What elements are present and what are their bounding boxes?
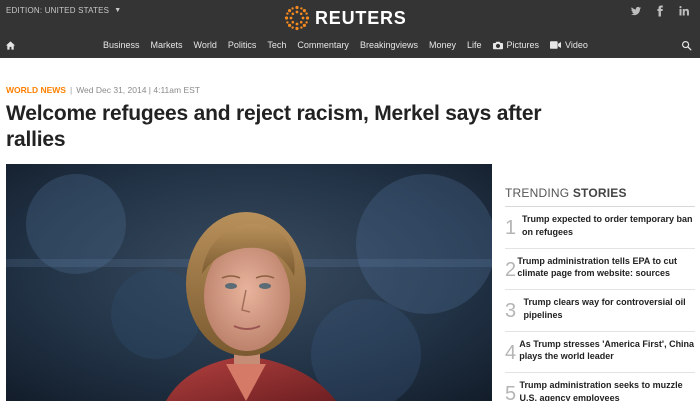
linkedin-icon[interactable] [678, 5, 690, 17]
brand-name: REUTERS [315, 7, 407, 28]
trending-story[interactable]: 3 Trump clears way for controversial oil… [505, 290, 695, 332]
trending-story[interactable]: 1 Trump expected to order temporary ban … [505, 207, 695, 249]
site-header: EDITION: UNITED STATES ▼ REUTERS Busines… [0, 0, 700, 58]
nav-item-politics[interactable]: Politics [228, 40, 257, 50]
story-link[interactable]: Trump administration tells EPA to cut cl… [517, 255, 695, 280]
article-date: Wed Dec 31, 2014 | 4:11am EST [76, 85, 200, 95]
article-kicker: WORLD NEWS | Wed Dec 31, 2014 | 4:11am E… [6, 85, 200, 95]
nav-item-business[interactable]: Business [103, 40, 140, 50]
edition-selector[interactable]: EDITION: UNITED STATES ▼ [6, 6, 121, 15]
twitter-icon[interactable] [630, 5, 642, 17]
nav-item-commentary[interactable]: Commentary [297, 40, 349, 50]
home-icon[interactable] [5, 40, 16, 51]
chevron-down-icon: ▼ [114, 7, 122, 14]
merkel-portrait-image [6, 164, 492, 401]
story-number: 2 [505, 258, 517, 281]
main-nav: Business Markets World Politics Tech Com… [0, 36, 700, 58]
trending-heading: TRENDING STORIES [505, 186, 695, 200]
trending-heading-suffix: STORIES [572, 186, 627, 200]
edition-label: EDITION: UNITED STATES [6, 6, 110, 15]
trending-heading-prefix: TRENDING [505, 186, 570, 200]
nav-item-video[interactable]: Video [550, 40, 588, 50]
story-number: 3 [505, 300, 517, 322]
camera-icon [492, 41, 503, 49]
trending-stories: TRENDING STORIES 1 Trump expected to ord… [505, 186, 695, 401]
story-link[interactable]: As Trump stresses 'America First', China… [519, 338, 695, 363]
trending-story[interactable]: 5 Trump administration seeks to muzzle U… [505, 373, 695, 401]
story-link[interactable]: Trump clears way for controversial oil p… [524, 296, 695, 321]
nav-item-label: Video [565, 40, 588, 50]
nav-item-world[interactable]: World [194, 40, 217, 50]
social-links [630, 5, 690, 17]
nav-item-pictures[interactable]: Pictures [492, 40, 540, 50]
nav-item-tech[interactable]: Tech [267, 40, 286, 50]
reuters-logo[interactable]: REUTERS [284, 5, 407, 31]
story-link[interactable]: Trump administration seeks to muzzle U.S… [520, 379, 695, 401]
story-link[interactable]: Trump expected to order temporary ban on… [522, 213, 695, 238]
reuters-logo-mark-icon [284, 5, 310, 31]
nav-item-markets[interactable]: Markets [151, 40, 183, 50]
nav-item-label: Pictures [506, 40, 540, 50]
video-icon [550, 41, 562, 49]
search-icon[interactable] [681, 40, 692, 51]
trending-story[interactable]: 4 As Trump stresses 'America First', Chi… [505, 332, 695, 373]
story-number: 5 [505, 383, 517, 401]
kicker-separator: | [69, 85, 73, 95]
section-link[interactable]: WORLD NEWS [6, 85, 66, 95]
story-number: 4 [505, 341, 517, 364]
nav-item-money[interactable]: Money [429, 40, 456, 50]
story-number: 1 [505, 217, 517, 239]
article-headline: Welcome refugees and reject racism, Merk… [6, 102, 542, 151]
nav-items: Business Markets World Politics Tech Com… [103, 40, 599, 50]
nav-item-life[interactable]: Life [467, 40, 482, 50]
article-photo[interactable] [6, 164, 492, 401]
facebook-icon[interactable] [654, 5, 666, 17]
nav-item-breakingviews[interactable]: Breakingviews [360, 40, 418, 50]
trending-story[interactable]: 2 Trump administration tells EPA to cut … [505, 249, 695, 290]
